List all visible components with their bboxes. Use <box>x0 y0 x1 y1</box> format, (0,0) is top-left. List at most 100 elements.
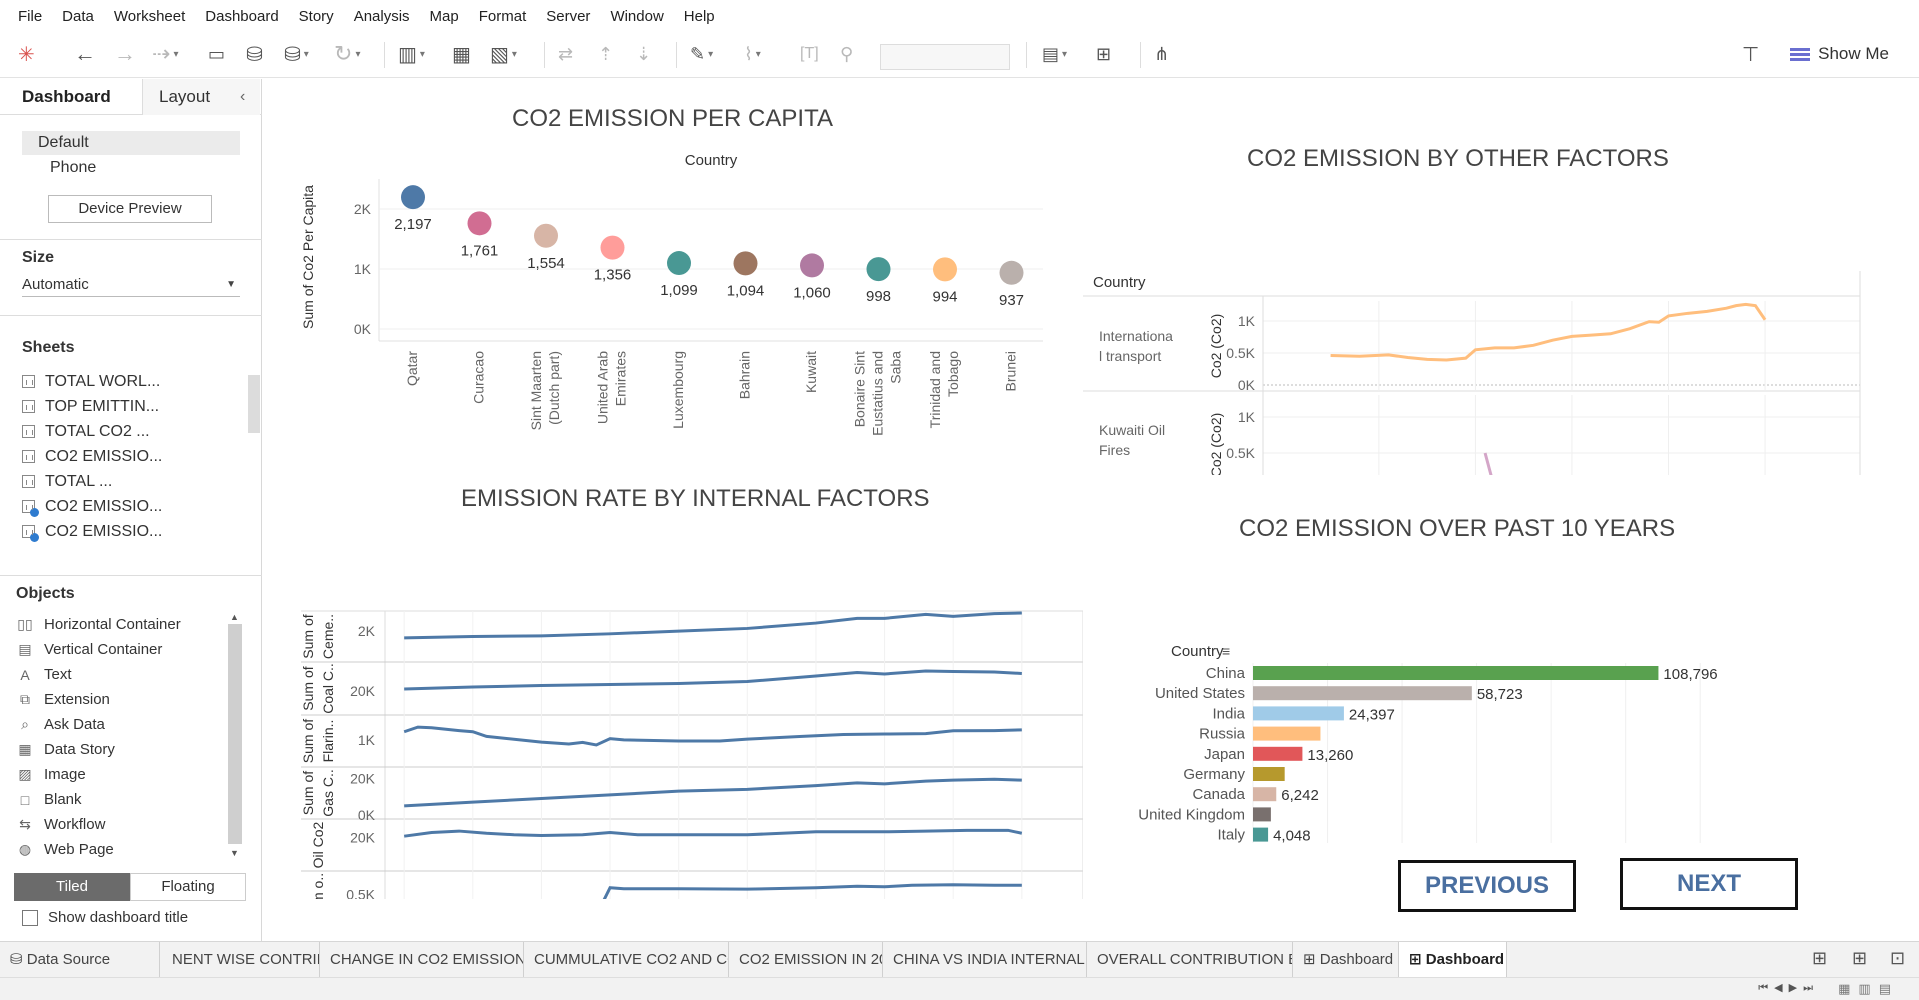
scroll-down-icon[interactable]: ▼ <box>230 848 239 858</box>
tab-data-source[interactable]: ⛁ Data Source <box>0 942 160 978</box>
next-button[interactable]: NEXT <box>1620 858 1798 910</box>
sheets-scrollbar[interactable] <box>248 375 260 433</box>
sheet-tab-label: CHANGE IN CO2 EMISSION BY ... <box>330 951 524 968</box>
sheet-item[interactable]: TOTAL ... <box>22 469 242 494</box>
fit-icon[interactable]: ▤ ▾ <box>1042 40 1067 68</box>
new-story-tab-icon[interactable]: ⊡ <box>1890 948 1905 969</box>
share-icon[interactable]: ⋔ <box>1154 40 1169 68</box>
size-dropdown[interactable]: Automatic ▼ <box>22 275 240 297</box>
menu-dashboard[interactable]: Dashboard <box>195 8 288 25</box>
menu-window[interactable]: Window <box>600 8 673 25</box>
y-tick-label: 0.5K <box>346 887 375 899</box>
sheet-item-label: TOP EMITTIN... <box>45 397 160 415</box>
group-icon[interactable]: ⌇ ▾ <box>744 40 761 68</box>
menu-format[interactable]: Format <box>469 8 537 25</box>
sheet-tab[interactable]: NENT WISE CONTRIBUTI... <box>162 942 320 978</box>
object-item[interactable]: ⌕ Ask Data <box>16 712 226 737</box>
object-item[interactable]: ▯▯ Horizontal Container <box>16 612 226 637</box>
menu-data[interactable]: Data <box>52 8 104 25</box>
data-label: 1,099 <box>660 282 698 299</box>
sheet-tab[interactable]: ⊞ Dashboard 1 <box>1293 942 1399 978</box>
sheet-item[interactable]: CO2 EMISSIO... <box>22 519 242 544</box>
tableau-logo-icon[interactable]: ✳ <box>18 40 35 68</box>
device-preview-button[interactable]: Device Preview <box>48 195 212 223</box>
forward-icon[interactable]: ⇢ ▾ <box>152 40 178 68</box>
bar <box>1253 827 1269 842</box>
menu-story[interactable]: Story <box>289 8 344 25</box>
row-label: Sum of <box>300 666 316 710</box>
internal-factors-chart[interactable]: Sum of Ceme.. 2KSum of Coal C.. 20KSum of Fla… <box>263 519 1083 899</box>
object-item[interactable]: ▤ Vertical Container <box>16 637 226 662</box>
per-capita-chart[interactable]: Country Sum of Co2 Per Capita 0K 1K 2K 2,197 Q… <box>263 79 1063 439</box>
other-factors-chart[interactable]: CountryInternational transport Co2 (Co2)0… <box>1083 175 1903 475</box>
menu-server[interactable]: Server <box>536 8 600 25</box>
object-item[interactable]: ▦ Data Story <box>16 737 226 762</box>
scroll-up-icon[interactable]: ▲ <box>230 612 239 622</box>
menu-map[interactable]: Map <box>420 8 469 25</box>
category-label: Germany <box>1183 766 1245 783</box>
row-label: Sum of <box>300 614 316 658</box>
bar <box>1253 686 1472 701</box>
objects-scrollbar[interactable]: ▲ ▼ <box>228 612 242 862</box>
sheet-tab[interactable]: OVERALL CONTRIBUTION BY C... <box>1087 942 1293 978</box>
clear-sheet-icon[interactable]: ▧ ▾ <box>490 40 517 68</box>
fit-dropdown[interactable] <box>880 44 1010 70</box>
sort-ascending-icon[interactable]: ⇡ <box>598 40 613 68</box>
undo-icon[interactable]: ← <box>74 40 96 68</box>
sheet-tab[interactable]: CO2 EMISSION IN 2020 <box>729 942 883 978</box>
menu-analysis[interactable]: Analysis <box>344 8 420 25</box>
pin-icon[interactable]: ⚲ <box>840 40 853 68</box>
sheet-tab[interactable]: CHANGE IN CO2 EMISSION BY ... <box>320 942 524 978</box>
sheet-tab[interactable]: CHINA VS INDIA INTERNAL FAC... <box>883 942 1087 978</box>
previous-button[interactable]: PREVIOUS <box>1398 860 1576 912</box>
object-item-label: Data Story <box>44 741 115 758</box>
sheet-item[interactable]: CO2 EMISSIO... <box>22 494 242 519</box>
sort-descending-icon[interactable]: ⇣ <box>636 40 651 68</box>
redo-icon[interactable]: → <box>114 40 136 68</box>
menu-help[interactable]: Help <box>674 8 725 25</box>
sheet-item[interactable]: CO2 EMISSIO... <box>22 444 242 469</box>
collapse-pane-icon[interactable]: ‹ <box>240 79 245 115</box>
menu-file[interactable]: File <box>8 8 52 25</box>
tab-dashboard[interactable]: Dashboard <box>22 79 111 115</box>
new-worksheet-tab-icon[interactable]: ⊞ <box>1812 948 1827 969</box>
label-icon[interactable]: [T] <box>800 40 819 68</box>
sheet-tab-label: CHINA VS INDIA INTERNAL FAC... <box>893 951 1086 968</box>
datasource-icon[interactable]: ⛁ ▾ <box>284 40 309 68</box>
sheet-tab[interactable]: ⊞ Dashboard 2 <box>1399 942 1507 978</box>
save-icon[interactable]: ▭ <box>208 40 225 68</box>
new-dashboard-tab-icon[interactable]: ⊞ <box>1852 948 1867 969</box>
highlight-icon[interactable]: ✎ ▾ <box>690 40 713 68</box>
object-item[interactable]: A Text <box>16 662 226 687</box>
show-dashboard-title-checkbox[interactable]: Show dashboard title <box>22 909 188 926</box>
sheet-item[interactable]: TOTAL WORL... <box>22 369 242 394</box>
object-item[interactable]: ▨ Image <box>16 762 226 787</box>
new-worksheet-icon[interactable]: ▥ ▾ <box>398 40 425 68</box>
tiled-button[interactable]: Tiled <box>14 873 130 901</box>
format-painter-icon[interactable]: ⊤ <box>1742 40 1759 68</box>
floating-button[interactable]: Floating <box>130 873 246 901</box>
object-item[interactable]: ⧉ Extension <box>16 687 226 712</box>
sheet-tab[interactable]: CUMMULATIVE CO2 AND CO2 ... <box>524 942 729 978</box>
sheet-item[interactable]: TOP EMITTIN... <box>22 394 242 419</box>
sheet-navigation-icon[interactable]: ⏮◀▶⏭ <box>1758 981 1819 995</box>
refresh-icon[interactable]: ↻ ▾ <box>334 40 360 68</box>
menu-worksheet[interactable]: Worksheet <box>104 8 195 25</box>
object-item[interactable]: ⇆ Workflow <box>16 812 226 837</box>
object-item[interactable]: □ Blank <box>16 787 226 812</box>
data-label: 108,796 <box>1663 666 1717 683</box>
view-toggle-icon[interactable]: ▦▥▤ <box>1838 981 1899 997</box>
sheet-tab-label: NENT WISE CONTRIBUTI... <box>172 951 319 968</box>
past-10-years-chart[interactable]: Country≡ China 108,796 United States 58,723 I… <box>1083 553 1919 843</box>
data-label: 1,761 <box>461 242 499 259</box>
show-me-button[interactable]: Show Me <box>1790 44 1889 64</box>
object-item[interactable]: ◍ Web Page <box>16 837 226 862</box>
device-default[interactable]: Default <box>22 131 240 155</box>
sheet-item[interactable]: TOTAL CO2 ... <box>22 419 242 444</box>
sheet-item-label: CO2 EMISSIO... <box>45 447 163 465</box>
presentation-icon[interactable]: ⊞ <box>1096 40 1111 68</box>
duplicate-sheet-icon[interactable]: ▦ <box>452 40 471 68</box>
device-phone[interactable]: Phone <box>50 157 96 179</box>
swap-icon[interactable]: ⇄ <box>558 40 573 68</box>
new-datasource-icon[interactable]: ⛁ <box>246 40 263 68</box>
